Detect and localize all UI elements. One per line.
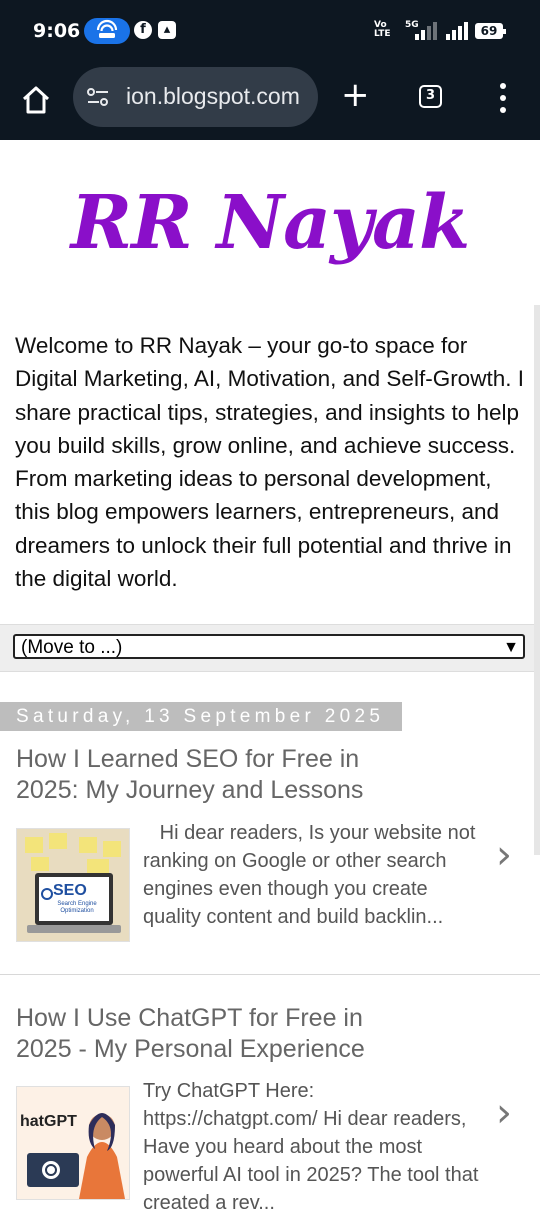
volte-indicator: Vo LTE	[374, 21, 391, 39]
post-thumbnail[interactable]: SEO Search Engine Optimization	[16, 828, 130, 942]
dropdown-arrow-icon: ▼	[503, 639, 519, 656]
thumbnail-seo-text: SEO	[53, 882, 87, 899]
blog-description: Welcome to RR Nayak – your go-to space f…	[15, 333, 524, 592]
thumbnail-chatgpt-text: hatGPT	[20, 1113, 77, 1130]
date-header: Saturday, 13 September 2025	[0, 702, 403, 731]
post-title[interactable]: How I Learned SEO for Free in 2025: My J…	[16, 744, 416, 806]
address-bar[interactable]: ion.blogspot.com	[73, 67, 318, 127]
android-notification-icon: ▴	[158, 21, 176, 39]
post-snippet: Hi dear readers, Is your website not ran…	[143, 822, 481, 928]
more-menu-icon[interactable]	[495, 83, 511, 113]
blog-title[interactable]: RR Nayak	[0, 180, 540, 266]
blog-page: RR Nayak Welcome to RR Nayak – your go-t…	[0, 140, 540, 1214]
site-settings-icon[interactable]	[87, 88, 109, 106]
tab-switcher-button[interactable]: 3	[419, 85, 442, 108]
post-thumbnail[interactable]: hatGPT	[16, 1086, 130, 1200]
navigation-bar: (Move to ...) ▼	[0, 624, 540, 672]
home-icon[interactable]	[18, 82, 54, 118]
thumbnail-seo-subtext: Search Engine Optimization	[57, 901, 97, 914]
browser-toolbar: ion.blogspot.com + 3	[0, 62, 540, 140]
move-to-select[interactable]: (Move to ...) ▼	[13, 634, 525, 659]
chevron-right-icon[interactable]: ›	[496, 1090, 512, 1136]
url-text: ion.blogspot.com	[126, 83, 300, 109]
move-to-label: (Move to ...)	[21, 637, 123, 658]
post-divider	[0, 974, 540, 975]
status-bar: 9:06 f ▴ Vo LTE 5G 69	[0, 0, 540, 62]
post-snippet: Try ChatGPT Here: https://chatgpt.com/ H…	[143, 1080, 479, 1214]
chevron-right-icon[interactable]: ›	[496, 832, 512, 878]
facebook-icon: f	[134, 21, 152, 39]
status-time: 9:06	[33, 20, 81, 42]
new-tab-button[interactable]: +	[341, 78, 370, 112]
lte-label: LTE	[374, 29, 391, 39]
hotspot-icon	[84, 18, 130, 44]
signal-bars-icon	[413, 22, 437, 40]
battery-indicator: 69	[475, 23, 506, 39]
post-title[interactable]: How I Use ChatGPT for Free in 2025 - My …	[16, 1003, 416, 1065]
signal-bars-icon-2	[444, 22, 468, 40]
scrollbar[interactable]	[534, 305, 540, 855]
